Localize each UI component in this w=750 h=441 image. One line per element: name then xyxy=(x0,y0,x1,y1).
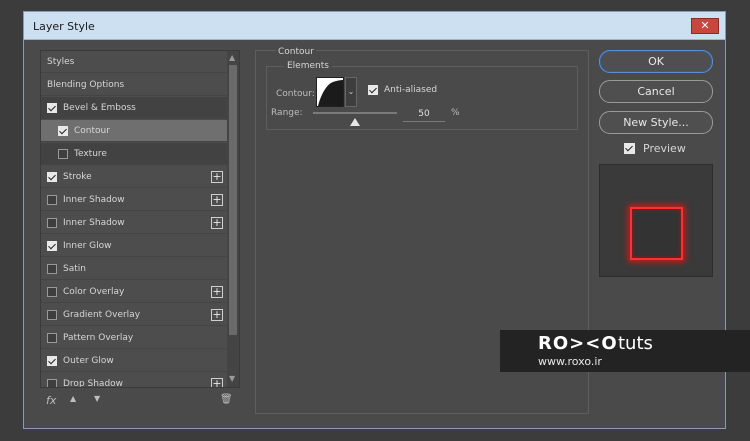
add-effect-icon[interactable]: + xyxy=(211,217,223,229)
style-checkbox[interactable] xyxy=(58,125,68,136)
style-checkbox[interactable] xyxy=(47,286,57,297)
style-row-drop-shadow[interactable]: Drop Shadow + xyxy=(41,373,227,388)
panel-title: Contour xyxy=(276,47,316,57)
style-row-satin[interactable]: Satin xyxy=(41,258,227,280)
antialiased-control[interactable]: Anti-aliased xyxy=(368,85,437,95)
style-label: Stroke xyxy=(63,171,92,182)
style-checkbox[interactable] xyxy=(47,309,57,320)
trash-icon[interactable]: 🗑 xyxy=(220,394,233,405)
antialiased-label: Anti-aliased xyxy=(384,85,438,95)
style-row-inner-shadow[interactable]: Inner Shadow + xyxy=(41,189,227,211)
style-checkbox[interactable] xyxy=(47,332,57,343)
move-down-icon[interactable]: ▼ xyxy=(94,394,100,403)
ok-button[interactable]: OK xyxy=(599,50,713,73)
cancel-button[interactable]: Cancel xyxy=(599,80,713,103)
preview-control[interactable]: Preview xyxy=(624,142,686,155)
style-label: Styles xyxy=(47,56,75,67)
title-bar: Layer Style ✕ xyxy=(24,12,725,40)
style-row-outer-glow[interactable]: Outer Glow xyxy=(41,350,227,372)
style-row-inner-glow[interactable]: Inner Glow xyxy=(41,235,227,257)
fx-icon[interactable]: fx xyxy=(46,394,56,407)
style-row-styles[interactable]: Styles xyxy=(41,51,227,73)
range-slider-track[interactable] xyxy=(313,112,397,114)
scroll-down-icon[interactable]: ▼ xyxy=(229,374,235,383)
range-slider-thumb[interactable] xyxy=(350,118,360,126)
watermark-banner: RO><O tuts www.roxo.ir xyxy=(500,330,750,372)
style-row-color-overlay[interactable]: Color Overlay + xyxy=(41,281,227,303)
style-label: Drop Shadow xyxy=(63,378,124,388)
style-checkbox[interactable] xyxy=(47,171,57,182)
elements-group-title: Elements xyxy=(284,61,332,71)
add-effect-icon[interactable]: + xyxy=(211,378,223,387)
style-row-stroke[interactable]: Stroke + xyxy=(41,166,227,188)
glowing-square-preview xyxy=(630,207,683,260)
watermark-logo: RO><O xyxy=(538,333,618,354)
preview-checkbox[interactable] xyxy=(624,143,635,154)
style-label: Color Overlay xyxy=(63,286,125,297)
scroll-thumb[interactable] xyxy=(229,65,237,335)
style-checkbox[interactable] xyxy=(58,148,68,159)
style-checkbox[interactable] xyxy=(47,194,57,205)
close-button[interactable]: ✕ xyxy=(691,18,719,34)
range-input[interactable]: 50 xyxy=(403,108,445,122)
contour-curve-icon xyxy=(318,80,343,106)
style-label: Inner Shadow xyxy=(63,217,125,228)
style-label: Pattern Overlay xyxy=(63,332,134,343)
antialiased-checkbox[interactable] xyxy=(368,85,378,95)
contour-picker[interactable] xyxy=(316,77,344,107)
style-row-pattern-overlay[interactable]: Pattern Overlay xyxy=(41,327,227,349)
style-label: Outer Glow xyxy=(63,355,114,366)
dialog-title: Layer Style xyxy=(33,20,95,33)
add-effect-icon[interactable]: + xyxy=(211,194,223,206)
watermark-tuts: tuts xyxy=(618,333,653,354)
style-label: Gradient Overlay xyxy=(63,309,141,320)
styles-scrollbar[interactable]: ▲ ▼ xyxy=(227,51,239,387)
add-effect-icon[interactable]: + xyxy=(211,171,223,183)
style-checkbox[interactable] xyxy=(47,378,57,387)
style-row-bevel-emboss[interactable]: Bevel & Emboss xyxy=(41,97,227,119)
preview-label: Preview xyxy=(643,142,686,155)
preview-thumbnail xyxy=(599,164,713,277)
new-style-button[interactable]: New Style... xyxy=(599,111,713,134)
add-effect-icon[interactable]: + xyxy=(211,286,223,298)
style-label: Satin xyxy=(63,263,86,274)
styles-toolbar: fx ▲ ▼ 🗑 xyxy=(40,392,240,412)
style-row-texture[interactable]: Texture xyxy=(41,143,227,165)
add-effect-icon[interactable]: + xyxy=(211,309,223,321)
style-label: Contour xyxy=(74,125,110,136)
style-row-blending-options[interactable]: Blending Options xyxy=(41,74,227,96)
contour-dropdown-button[interactable]: ⌄ xyxy=(345,77,357,107)
watermark-url: www.roxo.ir xyxy=(538,355,602,368)
style-checkbox[interactable] xyxy=(47,102,57,113)
range-label: Range: xyxy=(271,108,303,118)
style-row-gradient-overlay[interactable]: Gradient Overlay + xyxy=(41,304,227,326)
contour-label: Contour: xyxy=(276,89,315,99)
style-row-inner-shadow[interactable]: Inner Shadow + xyxy=(41,212,227,234)
range-unit: % xyxy=(451,108,460,118)
style-checkbox[interactable] xyxy=(47,217,57,228)
style-label: Inner Glow xyxy=(63,240,112,251)
style-checkbox[interactable] xyxy=(47,355,57,366)
scroll-up-icon[interactable]: ▲ xyxy=(229,53,235,62)
move-up-icon[interactable]: ▲ xyxy=(70,394,76,403)
style-label: Blending Options xyxy=(47,79,125,90)
style-label: Bevel & Emboss xyxy=(63,102,136,113)
style-checkbox[interactable] xyxy=(47,263,57,274)
style-label: Inner Shadow xyxy=(63,194,125,205)
style-row-contour[interactable]: Contour xyxy=(41,120,227,142)
style-label: Texture xyxy=(74,148,107,159)
styles-list: Styles Blending Options Bevel & Emboss Cont… xyxy=(40,50,240,388)
chevron-down-icon: ⌄ xyxy=(347,87,355,96)
style-checkbox[interactable] xyxy=(47,240,57,251)
